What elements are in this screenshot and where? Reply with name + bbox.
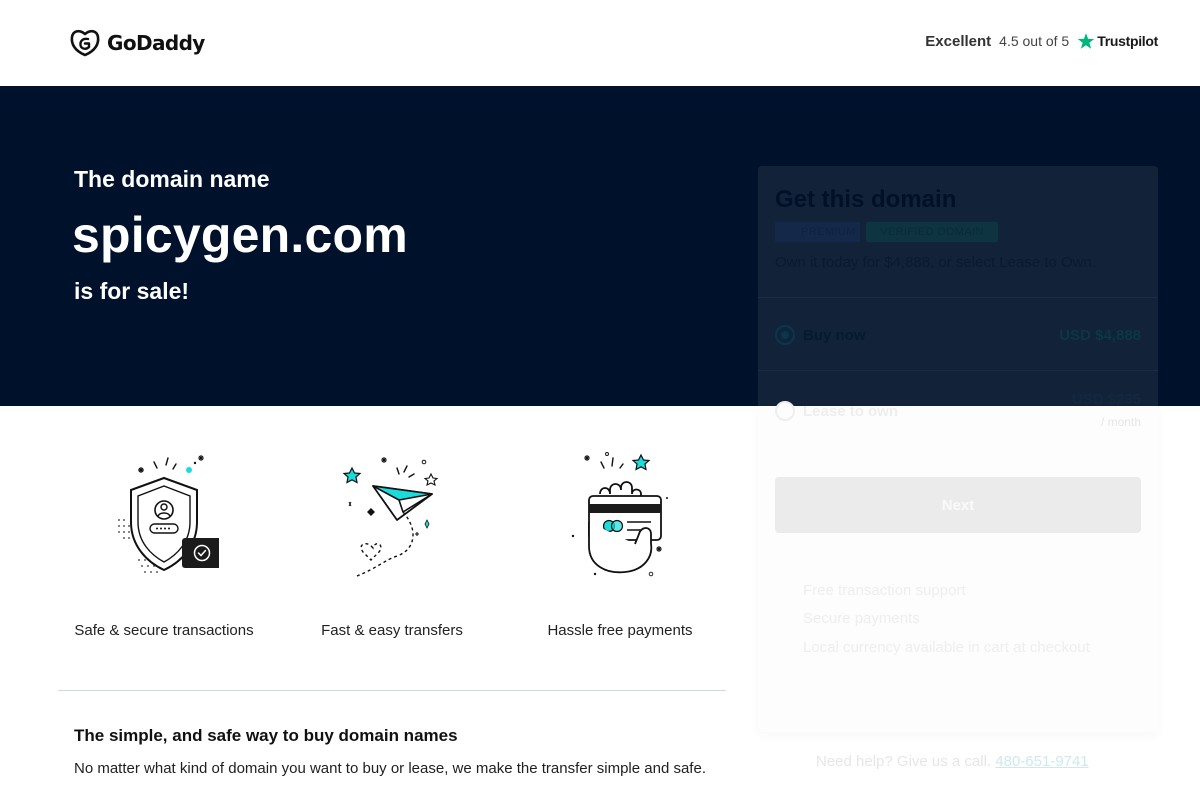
trustpilot-label: Trustpilot xyxy=(1097,33,1158,49)
card-bottom xyxy=(758,406,1158,732)
lease-price: USD $235 xyxy=(1072,391,1141,409)
godaddy-logo[interactable]: GoDaddy xyxy=(69,28,205,58)
feature-label: Safe & secure transactions xyxy=(74,622,254,639)
option-label: Lease to own xyxy=(803,402,899,420)
help-text: Need help? Give us a call. xyxy=(816,753,992,770)
card-title: Get this domain xyxy=(775,186,957,213)
rating-score: 4.5 out of 5 xyxy=(999,33,1070,49)
lease-price-value: USD $235 xyxy=(1071,391,1141,408)
shield-user-icon xyxy=(118,455,219,573)
section-divider xyxy=(58,690,726,691)
paper-plane-icon xyxy=(342,457,439,577)
top-bar: GoDaddy Excellent 4.5 out of 5 Trustpilo… xyxy=(0,0,1200,86)
help-line: Need help? Give us a call. 480-651-9741 xyxy=(816,753,1089,770)
why-title: The simple, and safe way to buy domain n… xyxy=(74,726,458,745)
domain-name: spicygen.com xyxy=(72,207,408,263)
card-description: Own it today for $4,888, or select Lease… xyxy=(775,254,1097,271)
why-body: No matter what kind of domain you want t… xyxy=(74,760,706,777)
lease-price-suffix: / month xyxy=(1100,415,1141,429)
premium-badge: PREMIUM xyxy=(775,222,860,242)
purchase-card: Get this domain PREMIUM VERIFIED DOMAIN … xyxy=(758,166,1158,732)
godaddy-logo-icon xyxy=(70,29,100,57)
rating-word: Excellent xyxy=(925,32,992,50)
star-icon xyxy=(1077,33,1095,49)
feature-transfers: Fast & easy transfers xyxy=(282,450,502,639)
feature-secure: Safe & secure transactions xyxy=(54,450,274,639)
feature-label: Fast & easy transfers xyxy=(321,622,463,639)
brand-name: GoDaddy xyxy=(107,31,205,55)
radio-lease-to-own[interactable] xyxy=(775,401,795,421)
trustpilot-brand: Trustpilot xyxy=(1077,32,1158,50)
option-label: Buy now xyxy=(803,326,866,344)
option-buy-now[interactable]: Buy now xyxy=(775,325,866,345)
feature-label: Hassle free payments xyxy=(547,622,693,639)
benefit-item: Secure payments xyxy=(803,610,920,627)
help-phone-link[interactable]: 480-651-9741 xyxy=(995,753,1088,770)
benefit-item: Local currency available in cart at chec… xyxy=(803,639,1090,656)
divider xyxy=(758,370,1158,371)
trustpilot-rating[interactable]: Excellent 4.5 out of 5 Trustpilot xyxy=(925,32,1158,50)
option-lease-to-own[interactable]: Lease to own xyxy=(775,401,898,421)
next-button[interactable]: Next xyxy=(775,477,1141,533)
buy-price: USD $4,888 xyxy=(1059,327,1141,344)
feature-payments: Hassle free payments xyxy=(510,450,730,639)
divider xyxy=(758,297,1158,298)
verified-badge: VERIFIED DOMAIN xyxy=(866,222,998,242)
hand-card-icon xyxy=(571,452,668,577)
hero-post-text: is for sale! xyxy=(74,278,190,304)
radio-buy-now[interactable] xyxy=(775,325,795,345)
hero-pre-text: The domain name xyxy=(74,166,270,192)
benefit-item: Free transaction support xyxy=(803,582,966,599)
